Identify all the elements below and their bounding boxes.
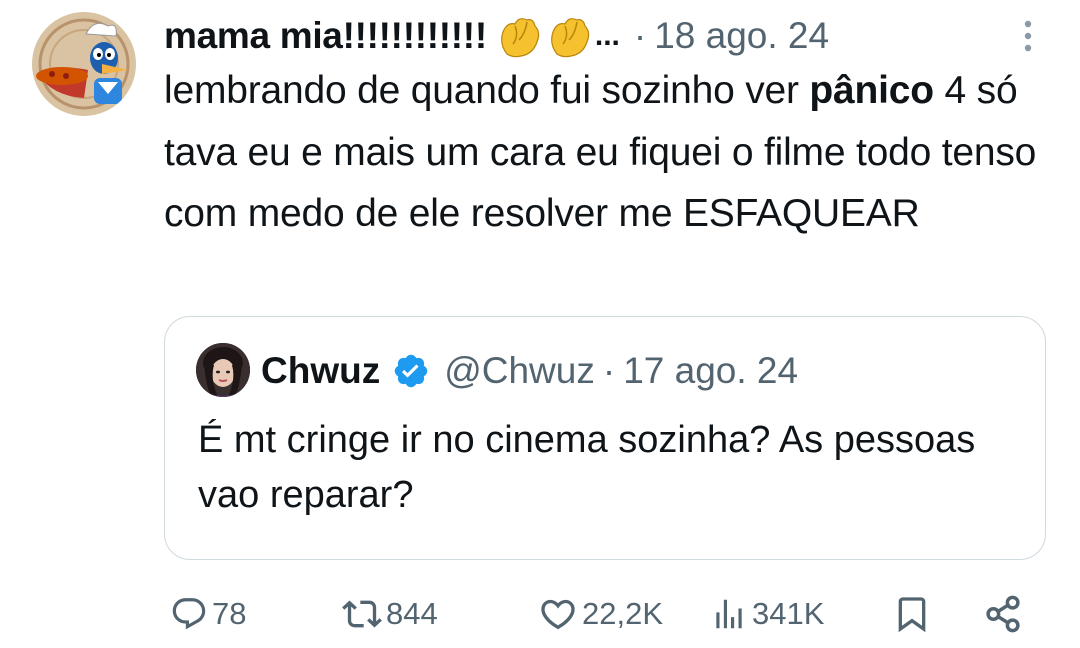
quoted-date-separator: ·	[602, 350, 616, 391]
bookmark-button[interactable]	[892, 588, 932, 640]
quoted-text: É mt cringe ir no cinema sozinha? As pes…	[198, 419, 976, 516]
bookmark-icon	[892, 594, 932, 634]
tweet-header: mama mia!!!!!!!!!!!! ... · 18 ago. 24	[164, 10, 1040, 62]
author-avatar[interactable]	[32, 12, 136, 116]
pinched-fingers-icon	[547, 14, 593, 58]
repost-count: 844	[386, 596, 438, 631]
like-button[interactable]: 22,2K	[538, 588, 663, 640]
share-button[interactable]	[982, 588, 1024, 640]
tweet-text: lembrando de quando fui sozinho ver pâni…	[164, 60, 1044, 245]
quoted-tweet[interactable]: Chwuz @Chwuz · 17 ago. 24 É mt cringe ir…	[164, 316, 1046, 560]
pinched-fingers-icon	[497, 14, 543, 58]
quoted-author-avatar	[196, 343, 250, 397]
reply-button[interactable]: 78	[170, 588, 246, 640]
verified-badge-icon	[392, 352, 430, 390]
views-icon	[710, 595, 748, 633]
repost-icon	[342, 594, 382, 634]
share-icon	[982, 593, 1024, 635]
reply-count: 78	[212, 596, 247, 631]
repost-button[interactable]: 844	[342, 588, 438, 640]
quoted-author-name[interactable]: Chwuz	[261, 350, 380, 392]
tweet-text-part1: lembrando de quando fui sozinho ver	[164, 69, 799, 112]
action-bar: 78 844 22,2K 341K	[164, 588, 1034, 640]
name-ellipsis: ...	[594, 19, 620, 52]
more-options-icon[interactable]	[1020, 16, 1036, 56]
tweet-date[interactable]: 18 ago. 24	[654, 15, 829, 57]
tweet-text-bold: pânico	[809, 69, 934, 112]
quoted-header: Chwuz @Chwuz · 17 ago. 24	[261, 345, 798, 397]
quoted-date[interactable]: 17 ago. 24	[623, 350, 798, 392]
views-button[interactable]: 341K	[710, 588, 824, 640]
quoted-handle[interactable]: @Chwuz	[444, 350, 595, 392]
views-count: 341K	[752, 596, 825, 631]
author-name[interactable]: mama mia!!!!!!!!!!!!	[164, 15, 487, 57]
like-icon	[538, 594, 578, 634]
date-separator: ·	[633, 15, 647, 56]
reply-icon	[170, 595, 208, 633]
like-count: 22,2K	[582, 596, 664, 631]
